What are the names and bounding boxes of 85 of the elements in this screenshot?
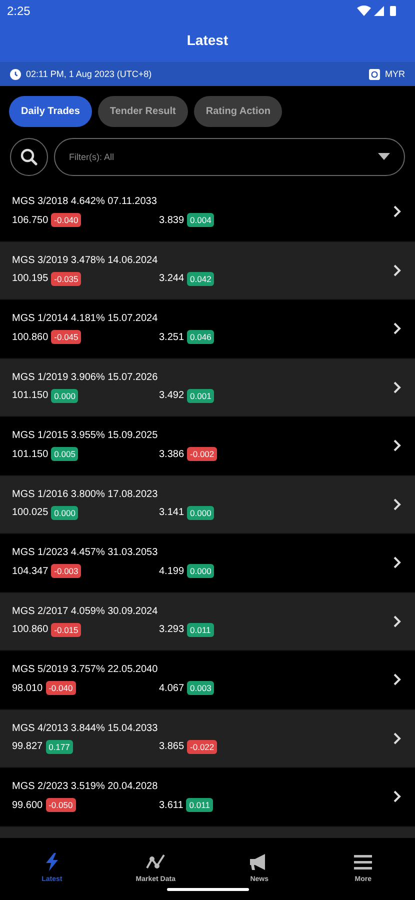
- bond-name: MGS 5/2019 3.757% 22.05.2040: [12, 664, 159, 676]
- dropdown-caret-icon: [378, 153, 390, 161]
- bond-name: MGS 1/2014 4.181% 15.07.2024: [12, 313, 159, 324]
- bond-name: MGS 2/2023 3.519% 20.04.2028: [12, 781, 159, 792]
- bond-name: MGS 1/2015 3.955% 15.09.2025: [12, 430, 159, 442]
- price-change: 0.177: [46, 740, 73, 754]
- price: 100.195: [12, 273, 48, 284]
- price-change: -0.015: [51, 622, 82, 637]
- yield-change: 0.003: [187, 681, 214, 696]
- tab[interactable]: Tender Result: [98, 96, 188, 127]
- yield-change: 0.042: [187, 272, 214, 286]
- price-change: -0.003: [51, 564, 82, 578]
- bond-name: MGS 1/2019 3.906% 15.07.2026: [12, 372, 159, 383]
- price: 100.025: [12, 507, 48, 518]
- price: 106.750: [12, 214, 48, 226]
- clock-icon: [10, 68, 21, 80]
- yield-value: 4.199: [159, 566, 184, 577]
- yield-value: 3.244: [159, 273, 184, 284]
- price: 101.150: [12, 390, 48, 402]
- chevron-icon: [393, 556, 401, 570]
- search-icon: [20, 148, 38, 166]
- yield-change: 0.000: [187, 506, 214, 520]
- bond-name: MGS 1/2023 4.457% 31.03.2053: [12, 547, 159, 558]
- bond-name: MGS 4/2013 3.844% 15.04.2033: [12, 722, 159, 734]
- bond-name: MGS 2/2017 4.059% 30.09.2024: [12, 606, 159, 617]
- filter-dropdown[interactable]: Filter(s): All: [54, 138, 405, 176]
- price: 99.600: [12, 800, 43, 811]
- yield-change: 0.046: [187, 330, 214, 344]
- yield-change: 0.001: [187, 388, 214, 403]
- chevron-icon: [393, 732, 401, 745]
- status-time: 2:25: [7, 4, 30, 18]
- bond-name: MGS 3/2018 4.642% 07.11.2033: [12, 196, 158, 208]
- yield-change: -0.022: [187, 740, 218, 754]
- tab[interactable]: Rating Action: [194, 96, 282, 127]
- chevron-icon: [393, 380, 401, 394]
- price: 104.347: [12, 566, 48, 577]
- price-change: -0.050: [46, 798, 76, 812]
- yield-change: 0.011: [186, 798, 213, 812]
- trade-row[interactable]: MGS 4/2013 3.844% 15.04.2033 99.827 0.177 3.865 -0.022: [0, 710, 415, 768]
- screen-title: Latest: [186, 32, 230, 48]
- price-change: 0.000: [51, 388, 78, 403]
- yield-change: 0.000: [187, 564, 214, 578]
- menu-icon: [352, 852, 374, 872]
- trade-row[interactable]: MGS 1/2019 3.906% 15.07.2026 101.150 0.000 3.492 0.001: [0, 358, 415, 417]
- chevron-icon: [393, 614, 401, 628]
- tab[interactable]: Daily Trades: [9, 96, 92, 127]
- yield-value: 4.067: [159, 682, 184, 694]
- chevron-icon: [393, 790, 401, 804]
- price-change: -0.045: [51, 330, 82, 344]
- bond-name: MGS 3/2019 3.478% 14.06.2024: [12, 254, 159, 266]
- chevron-icon: [393, 322, 401, 336]
- bond-name: MGS 1/2016 3.800% 17.08.2023: [12, 488, 159, 500]
- price: 98.010: [12, 682, 43, 694]
- chevron-icon: [393, 205, 401, 218]
- currency-label[interactable]: MYR: [385, 69, 405, 79]
- trade-row[interactable]: MGS 2/2017 4.059% 30.09.2024 100.860 -0.015 3.293 0.011: [0, 592, 415, 651]
- price-change: 0.000: [51, 506, 78, 520]
- chevron-icon: [393, 673, 401, 686]
- currency-icon[interactable]: [369, 68, 380, 80]
- yield-value: 3.386: [159, 448, 184, 460]
- yield-value: 3.492: [159, 390, 184, 402]
- trade-row[interactable]: MGS 1/2016 3.800% 17.08.2023 100.025 0.000 3.141 0.000: [0, 476, 415, 534]
- yield-value: 3.293: [159, 624, 184, 636]
- timestamp: 02:11 PM, 1 Aug 2023 (UTC+8): [26, 69, 153, 79]
- yield-value: 3.839: [159, 214, 184, 226]
- price: 100.860: [12, 624, 48, 636]
- price: 99.827: [12, 741, 43, 752]
- chevron-icon: [393, 264, 401, 277]
- search-button[interactable]: [10, 138, 48, 176]
- yield-value: 3.141: [159, 507, 184, 518]
- price-change: -0.040: [51, 213, 82, 228]
- chevron-icon: [393, 498, 401, 511]
- yield-change: 0.011: [187, 622, 214, 637]
- yield-change: -0.002: [187, 447, 218, 462]
- yield-value: 3.251: [159, 332, 184, 343]
- price: 101.150: [12, 448, 48, 460]
- yield-change: 0.004: [187, 213, 214, 228]
- yield-value: 3.865: [159, 741, 184, 752]
- trade-row[interactable]: MGS 3/2019 3.478% 14.06.2024 100.195 -0.035 3.244 0.042: [0, 242, 415, 300]
- price-change: -0.040: [46, 681, 76, 696]
- price-change: 0.005: [51, 447, 78, 462]
- yield-value: 3.611: [159, 800, 184, 811]
- price-change: -0.035: [51, 272, 82, 286]
- price: 100.860: [12, 332, 48, 343]
- chevron-icon: [393, 439, 401, 452]
